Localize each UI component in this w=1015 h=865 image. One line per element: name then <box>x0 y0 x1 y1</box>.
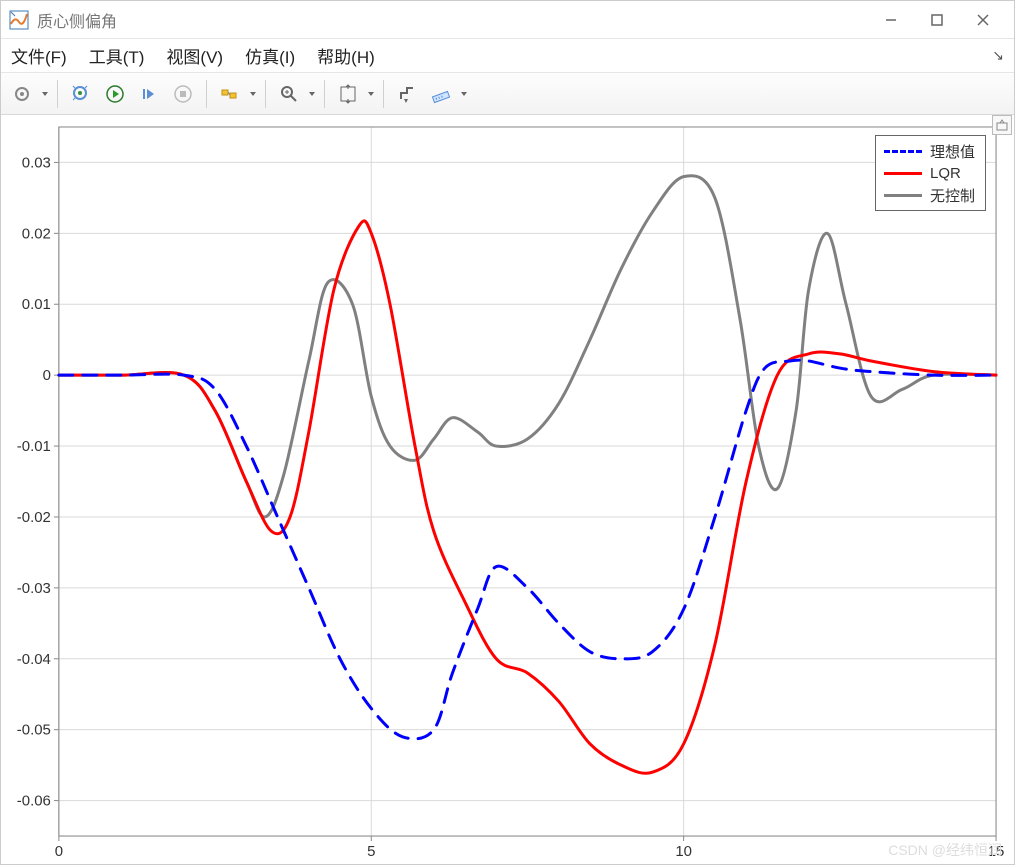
autoscale-dropdown[interactable] <box>367 92 375 96</box>
legend-item-nocontrol: 无控制 <box>884 184 975 206</box>
legend-label-nocontrol: 无控制 <box>930 185 975 206</box>
svg-text:-0.03: -0.03 <box>17 580 51 597</box>
legend-item-lqr: LQR <box>884 162 975 184</box>
watermark: CSDN @经纬恒润 <box>888 840 1002 860</box>
find-signal-button[interactable] <box>66 79 96 109</box>
svg-text:-0.05: -0.05 <box>17 722 51 739</box>
measurements-button[interactable] <box>426 79 456 109</box>
settings-button[interactable] <box>7 79 37 109</box>
app-icon <box>9 10 29 30</box>
autoscale-button[interactable] <box>333 79 363 109</box>
triggers-button[interactable] <box>392 79 422 109</box>
menu-help[interactable]: 帮助(H) <box>317 43 375 68</box>
menu-view[interactable]: 视图(V) <box>166 43 223 68</box>
menu-tools[interactable]: 工具(T) <box>89 43 145 68</box>
svg-text:0: 0 <box>43 367 51 384</box>
highlight-signal-button[interactable] <box>215 79 245 109</box>
legend[interactable]: 理想值 LQR 无控制 <box>875 135 986 211</box>
title-bar: 质心侧偏角 <box>1 1 1014 39</box>
svg-text:0.02: 0.02 <box>22 225 51 242</box>
zoom-dropdown[interactable] <box>308 92 316 96</box>
chart-area: -0.06 -0.05 -0.04 -0.03 -0.02 -0.01 0 0.01 0.02 0… <box>1 115 1014 864</box>
minimize-button[interactable] <box>868 4 914 36</box>
svg-text:0: 0 <box>55 843 63 860</box>
svg-text:0.01: 0.01 <box>22 296 51 313</box>
svg-text:-0.01: -0.01 <box>17 438 51 455</box>
svg-text:5: 5 <box>367 843 375 860</box>
toolbar <box>1 73 1014 115</box>
menu-bar: 文件(F) 工具(T) 视图(V) 仿真(I) 帮助(H) ↘ <box>1 39 1014 73</box>
svg-text:-0.02: -0.02 <box>17 509 51 526</box>
menu-more-icon[interactable]: ↘ <box>992 47 1004 64</box>
svg-text:10: 10 <box>675 843 692 860</box>
settings-dropdown[interactable] <box>41 92 49 96</box>
legend-label-ideal: 理想值 <box>930 141 975 162</box>
legend-swatch-nocontrol <box>884 194 922 197</box>
app-window: 质心侧偏角 文件(F) 工具(T) 视图(V) 仿真(I) 帮助(H) ↘ <box>0 0 1015 865</box>
scope-maximize-icon[interactable] <box>992 115 1012 135</box>
step-forward-button[interactable] <box>134 79 164 109</box>
window-title: 质心侧偏角 <box>37 8 117 32</box>
svg-text:0.03: 0.03 <box>22 154 51 171</box>
stop-button[interactable] <box>168 79 198 109</box>
run-button[interactable] <box>100 79 130 109</box>
svg-text:-0.04: -0.04 <box>17 651 51 668</box>
measurements-dropdown[interactable] <box>460 92 468 96</box>
legend-label-lqr: LQR <box>930 165 961 182</box>
legend-swatch-lqr <box>884 172 922 175</box>
legend-swatch-ideal <box>884 150 922 153</box>
highlight-dropdown[interactable] <box>249 92 257 96</box>
chart-svg: -0.06 -0.05 -0.04 -0.03 -0.02 -0.01 0 0.01 0.02 0… <box>1 115 1014 864</box>
menu-file[interactable]: 文件(F) <box>11 43 67 68</box>
zoom-button[interactable] <box>274 79 304 109</box>
legend-item-ideal: 理想值 <box>884 140 975 162</box>
close-button[interactable] <box>960 4 1006 36</box>
maximize-button[interactable] <box>914 4 960 36</box>
svg-text:-0.06: -0.06 <box>17 793 51 810</box>
menu-simulation[interactable]: 仿真(I) <box>245 43 295 68</box>
